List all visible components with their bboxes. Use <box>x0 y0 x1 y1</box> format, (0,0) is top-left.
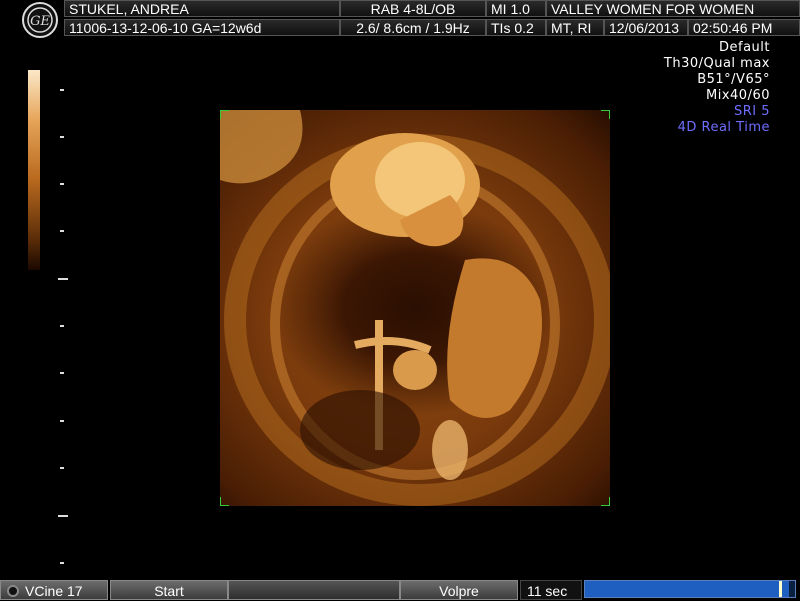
depth-tick <box>60 136 64 138</box>
vcine-label: VCine 17 <box>25 583 83 599</box>
exam-time: 02:50:46 PM <box>688 19 800 36</box>
empty-softkey[interactable] <box>228 580 400 600</box>
depth-tick <box>60 183 64 185</box>
roi-corner-tr <box>601 110 610 119</box>
patient-id-ga: 11006-13-12-06-10 GA=12w6d <box>64 19 340 36</box>
depth-tick <box>60 325 64 327</box>
depth-tick-major <box>58 278 68 280</box>
roi-corner-bl <box>220 497 229 506</box>
header-row-1: STUKEL, ANDREA RAB 4-8L/OB MI 1.0 VALLEY… <box>0 0 800 19</box>
fetus-render-graphic <box>220 110 610 506</box>
tis-value: TIs 0.2 <box>486 19 546 36</box>
cine-progress-bar[interactable] <box>584 580 796 598</box>
preset-label: Default <box>719 40 770 55</box>
institution-name: VALLEY WOMEN FOR WOMEN <box>546 0 800 17</box>
depth-tick <box>60 230 64 232</box>
angles-label: B51°/V65° <box>697 72 770 87</box>
depth-tick <box>60 420 64 422</box>
header-row-2: 11006-13-12-06-10 GA=12w6d 2.6/ 8.6cm / … <box>0 19 800 38</box>
duration-label: 11 sec <box>520 580 582 600</box>
patient-name: STUKEL, ANDREA <box>64 0 340 17</box>
color-map-bar <box>28 70 40 270</box>
mode-label: 4D Real Time <box>677 120 770 135</box>
depth-tick <box>60 562 64 564</box>
exam-date: 12/06/2013 <box>604 19 688 36</box>
progress-marker[interactable] <box>778 581 782 597</box>
ultrasound-render[interactable] <box>220 110 610 506</box>
depth-tick <box>60 467 64 469</box>
probe-label: RAB 4-8L/OB <box>340 0 486 17</box>
start-button[interactable]: Start <box>110 580 228 600</box>
mi-value: MI 1.0 <box>486 0 546 17</box>
depth-tick <box>60 372 64 374</box>
roi-corner-tl <box>220 110 229 119</box>
threshold-quality: Th30/Qual max <box>663 56 770 71</box>
depth-frequency: 2.6/ 8.6cm / 1.9Hz <box>340 19 486 36</box>
depth-tick <box>60 89 64 91</box>
record-dot-icon <box>7 585 19 597</box>
volpre-button[interactable]: Volpre <box>400 580 518 600</box>
progress-fill <box>585 581 789 597</box>
vcine-button[interactable]: VCine 17 <box>0 580 108 600</box>
operator-initials: MT, RI <box>546 19 604 36</box>
mix-label: Mix40/60 <box>706 88 770 103</box>
sri-label: SRI 5 <box>733 104 770 119</box>
roi-corner-br <box>601 497 610 506</box>
depth-tick-major <box>58 515 68 517</box>
